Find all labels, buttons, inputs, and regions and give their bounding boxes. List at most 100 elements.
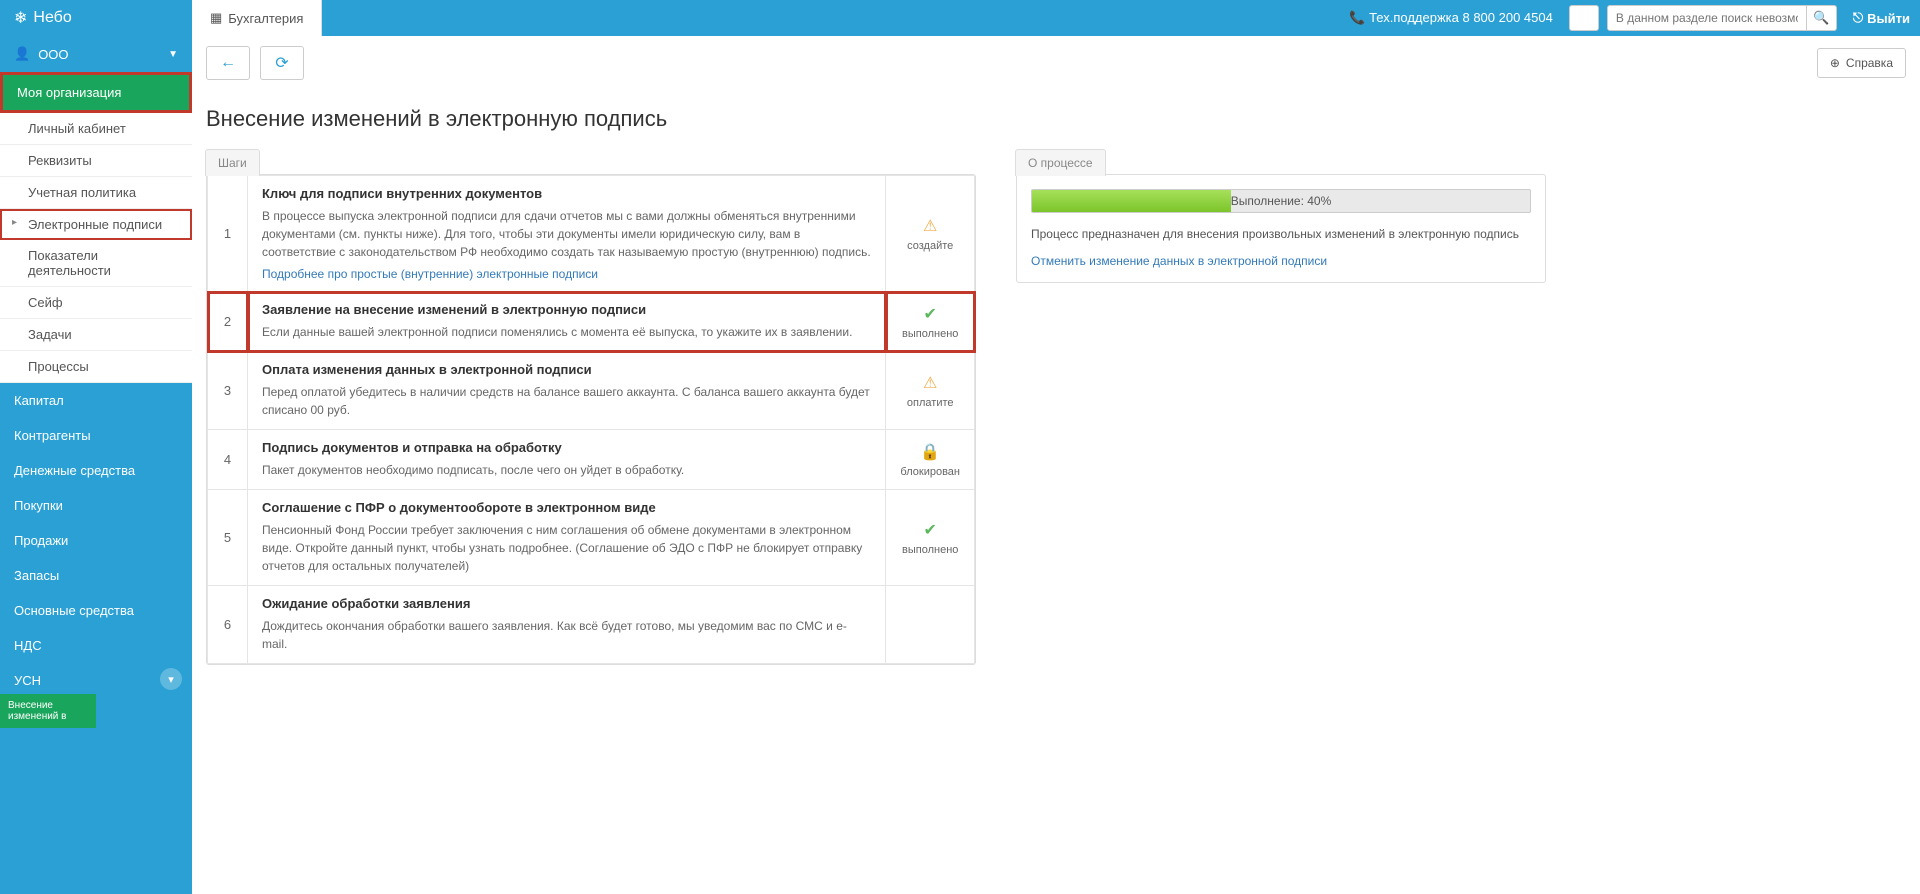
user-icon: 👤: [14, 46, 30, 62]
step-status: ⚠ создайте: [886, 176, 975, 292]
step-desc: В процессе выпуска электронной подписи д…: [262, 207, 871, 261]
step-desc: Пенсионный Фонд России требует заключени…: [262, 521, 871, 575]
step-number: 3: [208, 352, 248, 430]
lock-icon: 🔒: [900, 442, 960, 462]
brand-name: Небо: [33, 9, 71, 27]
process-description: Процесс предназначен для внесения произв…: [1031, 225, 1531, 243]
status-label: оплатите: [907, 397, 954, 409]
page-title: Внесение изменений в электронную подпись: [192, 90, 1920, 148]
support-phone: 📞 Тех.поддержка 8 800 200 4504: [1349, 10, 1553, 26]
step-status: ✔ выполнено: [886, 292, 975, 352]
step-desc: Если данные вашей электронной подписи по…: [262, 323, 871, 341]
logout-icon: ⎋: [1853, 10, 1863, 26]
step-status: ⚠ оплатите: [886, 352, 975, 430]
org-name: ООО: [38, 47, 68, 62]
bottom-process-tab[interactable]: Внесение изменений в: [0, 694, 96, 728]
steps-tab[interactable]: Шаги: [205, 149, 260, 176]
sidebar-sub-item[interactable]: Сейф: [0, 287, 192, 319]
status-label: выполнено: [902, 328, 958, 340]
step-body: Заявление на внесение изменений в электр…: [248, 292, 886, 352]
ok-icon: ✔: [900, 304, 960, 324]
step-number: 4: [208, 430, 248, 490]
sidebar-item[interactable]: Запасы: [0, 558, 192, 593]
search-icon: 🔍: [1813, 10, 1829, 26]
status-label: выполнено: [902, 544, 958, 556]
step-row[interactable]: 1 Ключ для подписи внутренних документов В…: [208, 176, 975, 292]
sidebar-item[interactable]: Капитал: [0, 383, 192, 418]
about-process-tab[interactable]: О процессе: [1015, 149, 1106, 176]
sidebar-sub-item[interactable]: Процессы: [0, 351, 192, 383]
refresh-button[interactable]: ⟳: [260, 46, 304, 80]
envelope-icon: ✉: [1578, 10, 1589, 26]
step-desc: Дождитесь окончания обработки вашего зая…: [262, 617, 871, 653]
step-number: 2: [208, 292, 248, 352]
step-title: Заявление на внесение изменений в электр…: [262, 302, 871, 317]
back-button[interactable]: ←: [206, 46, 250, 80]
status-label: создайте: [907, 240, 953, 252]
step-link[interactable]: Подробнее про простые (внутренние) элект…: [262, 267, 598, 281]
sidebar-section-my-org[interactable]: Моя организация: [0, 72, 192, 113]
help-button[interactable]: ⊕ Справка: [1817, 48, 1906, 78]
sidebar-sub-item[interactable]: Реквизиты: [0, 145, 192, 177]
sidebar-sub-item[interactable]: Учетная политика: [0, 177, 192, 209]
step-row[interactable]: 4 Подпись документов и отправка на обрабо…: [208, 430, 975, 490]
logo-icon: ❄: [14, 8, 27, 28]
step-status: [886, 586, 975, 664]
sidebar-item[interactable]: Контрагенты: [0, 418, 192, 453]
org-selector[interactable]: 👤 ООО ▼: [0, 36, 192, 72]
step-number: 5: [208, 490, 248, 586]
grid-icon: ▦: [210, 10, 222, 26]
step-body: Ожидание обработки заявления Дождитесь ок…: [248, 586, 886, 664]
tab-accounting[interactable]: ▦ Бухгалтерия: [192, 0, 322, 36]
step-body: Ключ для подписи внутренних документов В …: [248, 176, 886, 292]
sidebar-item[interactable]: Покупки: [0, 488, 192, 523]
step-row[interactable]: 6 Ожидание обработки заявления Дождитесь о…: [208, 586, 975, 664]
sidebar-sub-item[interactable]: Показатели деятельности: [0, 240, 192, 287]
step-row[interactable]: 2 Заявление на внесение изменений в элект…: [208, 292, 975, 352]
step-body: Оплата изменения данных в электронной по…: [248, 352, 886, 430]
lifebuoy-icon: ⊕: [1830, 56, 1840, 70]
status-label: блокирован: [900, 466, 960, 478]
sidebar-sub-item[interactable]: Задачи: [0, 319, 192, 351]
chevron-down-icon: ▾: [168, 673, 174, 686]
sidebar-item[interactable]: Основные средства: [0, 593, 192, 628]
progress-bar: Выполнение: 40%: [1031, 189, 1531, 213]
step-desc: Перед оплатой убедитесь в наличии средст…: [262, 383, 871, 419]
progress-label: Выполнение: 40%: [1032, 190, 1530, 212]
step-status: 🔒 блокирован: [886, 430, 975, 490]
warn-icon: ⚠: [900, 216, 960, 236]
sidebar-item[interactable]: Денежные средства: [0, 453, 192, 488]
sidebar: 👤 ООО ▼ Моя организация Личный кабинетРе…: [0, 36, 192, 894]
sidebar-item[interactable]: Продажи: [0, 523, 192, 558]
step-desc: Пакет документов необходимо подписать, п…: [262, 461, 871, 479]
step-status: ✔ выполнено: [886, 490, 975, 586]
sidebar-sub-item[interactable]: Электронные подписи: [0, 209, 192, 240]
step-title: Соглашение с ПФР о документообороте в эл…: [262, 500, 871, 515]
step-body: Подпись документов и отправка на обработ…: [248, 430, 886, 490]
arrow-left-icon: ←: [220, 54, 236, 72]
phone-icon: 📞: [1349, 10, 1365, 25]
tab-label: Бухгалтерия: [228, 11, 303, 26]
search-button[interactable]: 🔍: [1807, 5, 1837, 31]
cancel-link[interactable]: Отменить изменение данных в электронной …: [1031, 254, 1327, 268]
brand-logo[interactable]: ❄ Небо: [0, 0, 192, 36]
chevron-down-icon: ▼: [168, 49, 178, 60]
ok-icon: ✔: [900, 520, 960, 540]
step-title: Ключ для подписи внутренних документов: [262, 186, 871, 201]
warn-icon: ⚠: [900, 373, 960, 393]
sidebar-sub-item[interactable]: Личный кабинет: [0, 113, 192, 145]
refresh-icon: ⟳: [275, 53, 288, 73]
sidebar-item[interactable]: НДС: [0, 628, 192, 663]
step-body: Соглашение с ПФР о документообороте в эл…: [248, 490, 886, 586]
step-number: 6: [208, 586, 248, 664]
logout-button[interactable]: ⎋ Выйти: [1845, 10, 1910, 26]
step-title: Оплата изменения данных в электронной по…: [262, 362, 871, 377]
step-title: Ожидание обработки заявления: [262, 596, 871, 611]
step-row[interactable]: 5 Соглашение с ПФР о документообороте в э…: [208, 490, 975, 586]
step-row[interactable]: 3 Оплата изменения данных в электронной п…: [208, 352, 975, 430]
mail-button[interactable]: ✉: [1569, 5, 1599, 31]
search-input[interactable]: [1607, 5, 1807, 31]
step-number: 1: [208, 176, 248, 292]
step-title: Подпись документов и отправка на обработ…: [262, 440, 871, 455]
scroll-down-button[interactable]: ▾: [160, 668, 182, 690]
